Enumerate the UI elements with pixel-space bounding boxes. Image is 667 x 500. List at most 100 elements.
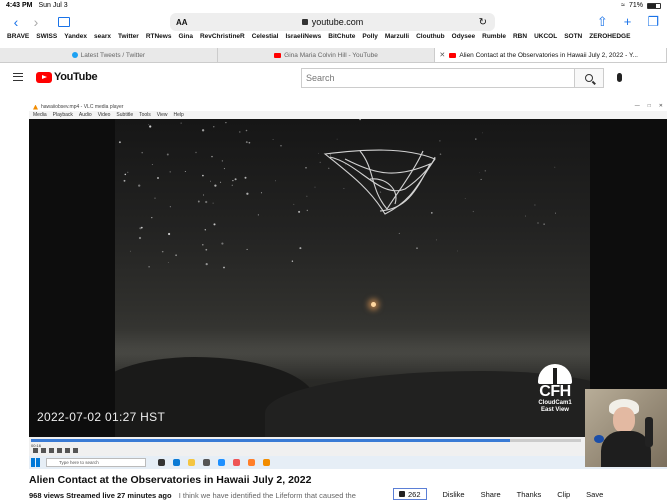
bookmark-item[interactable]: BitChute (328, 33, 355, 46)
bookmark-item[interactable]: RBN (513, 33, 527, 46)
bookmark-item[interactable]: Celestial (252, 33, 279, 46)
back-icon[interactable]: ‹ (6, 14, 26, 30)
cam-name: CloudCam1 (538, 400, 572, 406)
minimize-icon: — (634, 103, 640, 109)
bookmark-item[interactable]: RTNews (146, 33, 172, 46)
bookmark-item[interactable]: Marzulli (385, 33, 409, 46)
fullscreen-icon[interactable] (65, 448, 70, 453)
windows-start-icon[interactable] (31, 458, 40, 467)
edge-icon[interactable] (173, 459, 180, 466)
bookmark-item[interactable]: Twitter (118, 33, 139, 46)
close-tab-icon[interactable]: ✕ (439, 51, 445, 59)
bookmark-item[interactable]: Rumble (482, 33, 506, 46)
bookmark-item[interactable]: RevChristineR (200, 33, 245, 46)
star (127, 171, 129, 173)
window-controls: — □ ✕ (635, 103, 663, 109)
forward-icon[interactable]: › (26, 14, 46, 30)
dislike-button[interactable]: Dislike (443, 490, 465, 499)
bookmark-item[interactable]: Odysee (452, 33, 476, 46)
bookmark-item[interactable]: SWISS (36, 33, 57, 46)
star (212, 202, 214, 204)
store-icon[interactable] (203, 459, 210, 466)
star (314, 186, 316, 188)
star (157, 177, 159, 179)
star (205, 262, 208, 266)
bookmark-item[interactable]: searx (94, 33, 111, 46)
star (220, 181, 222, 183)
microphone-icon[interactable] (617, 73, 622, 82)
thanks-button[interactable]: Thanks (517, 490, 542, 499)
windows-taskbar: Type here to search (29, 456, 667, 469)
address-bar[interactable]: AA youtube.com ↻ (170, 13, 495, 31)
tab-alien-contact[interactable]: ✕ Alien Contact at the Observatories in … (435, 48, 667, 62)
save-button[interactable]: Save (586, 490, 603, 499)
tab-twitter[interactable]: Latest Tweets / Twitter (0, 48, 218, 62)
bookmark-item[interactable]: UKCOL (534, 33, 557, 46)
stop-icon[interactable] (49, 448, 54, 453)
taskbar-search[interactable]: Type here to search (46, 458, 146, 467)
search-button[interactable] (574, 68, 604, 88)
star (472, 210, 474, 213)
vlc-menu-item[interactable]: Tools (139, 112, 151, 118)
clip-button[interactable]: Clip (557, 490, 570, 499)
vlc-menu-item[interactable]: View (157, 112, 168, 118)
vlc-menu-item[interactable]: Audio (79, 112, 92, 118)
vlc-controls: 00:16 Type here to search (29, 437, 667, 469)
star (149, 125, 152, 128)
prev-icon[interactable] (41, 448, 46, 453)
text-size-button[interactable]: AA (176, 18, 188, 27)
seek-bar[interactable] (31, 439, 581, 442)
app-icon[interactable] (233, 459, 240, 466)
star (167, 262, 169, 263)
task-view-icon[interactable] (158, 459, 165, 466)
menu-icon[interactable] (13, 73, 23, 81)
bookmarks-icon[interactable] (58, 17, 70, 27)
reload-icon[interactable]: ↻ (479, 17, 487, 28)
firefox-icon[interactable] (248, 459, 255, 466)
share-button[interactable]: Share (481, 490, 501, 499)
star (328, 167, 330, 169)
vlc-menu-item[interactable]: Playback (53, 112, 73, 118)
video-meta: 968 views Streamed live 27 minutes ago I… (29, 491, 356, 500)
star (211, 155, 213, 158)
star (464, 198, 466, 199)
next-icon[interactable] (57, 448, 62, 453)
star (148, 124, 150, 126)
like-button[interactable]: 262 (393, 488, 427, 500)
share-icon[interactable]: ⇧ (597, 14, 608, 30)
presenter-overlay (585, 389, 667, 467)
search-input[interactable]: Search (301, 68, 574, 88)
tabs-overview-icon[interactable]: ❐ (647, 14, 659, 30)
playlist-icon[interactable] (73, 448, 78, 453)
bookmark-item[interactable]: IsraeliNews (285, 33, 321, 46)
vlc-menu-item[interactable]: Help (174, 112, 184, 118)
date: Sun Jul 3 (38, 2, 68, 9)
star (166, 153, 169, 156)
vlc-menu-item[interactable]: Subtitle (116, 112, 133, 118)
pause-icon[interactable] (33, 448, 38, 453)
vlc-menu-bar: Media Playback Audio Video Subtitle Tools View… (29, 111, 667, 119)
night-sky-scene: CFH CloudCam1 East View (115, 119, 590, 437)
video-frame[interactable]: CFH CloudCam1 East View 2022-07-02 01:27… (29, 119, 667, 437)
mail-icon[interactable] (218, 459, 225, 466)
explorer-icon[interactable] (188, 459, 195, 466)
bookmark-item[interactable]: BRAVE (7, 33, 29, 46)
tab-gina-youtube[interactable]: Gina Maria Colvin Hill - YouTube (218, 48, 436, 62)
bookmark-item[interactable]: ZEROHEDGE (589, 33, 630, 46)
status-right: ≈ 71% (621, 2, 661, 9)
video-player[interactable]: hawaiiobsev.mp4 - VLC media player — □ ✕… (29, 103, 667, 469)
bookmark-item[interactable]: Polly (362, 33, 378, 46)
vlc-menu-item[interactable]: Media (33, 112, 47, 118)
youtube-logo[interactable]: YouTube (36, 71, 98, 83)
bookmark-item[interactable]: Gina (178, 33, 192, 46)
new-tab-icon[interactable]: + (624, 14, 632, 30)
bookmark-item[interactable]: Clouthub (416, 33, 445, 46)
description-snippet[interactable]: I think we have identified the Lifeform … (179, 491, 356, 500)
star (319, 161, 321, 164)
bookmark-item[interactable]: Yandex (64, 33, 87, 46)
star (345, 164, 346, 166)
vlc-menu-item[interactable]: Video (98, 112, 111, 118)
vlc-icon[interactable] (263, 459, 270, 466)
bookmark-item[interactable]: SOTN (564, 33, 582, 46)
nasa-patch-icon (594, 435, 604, 443)
